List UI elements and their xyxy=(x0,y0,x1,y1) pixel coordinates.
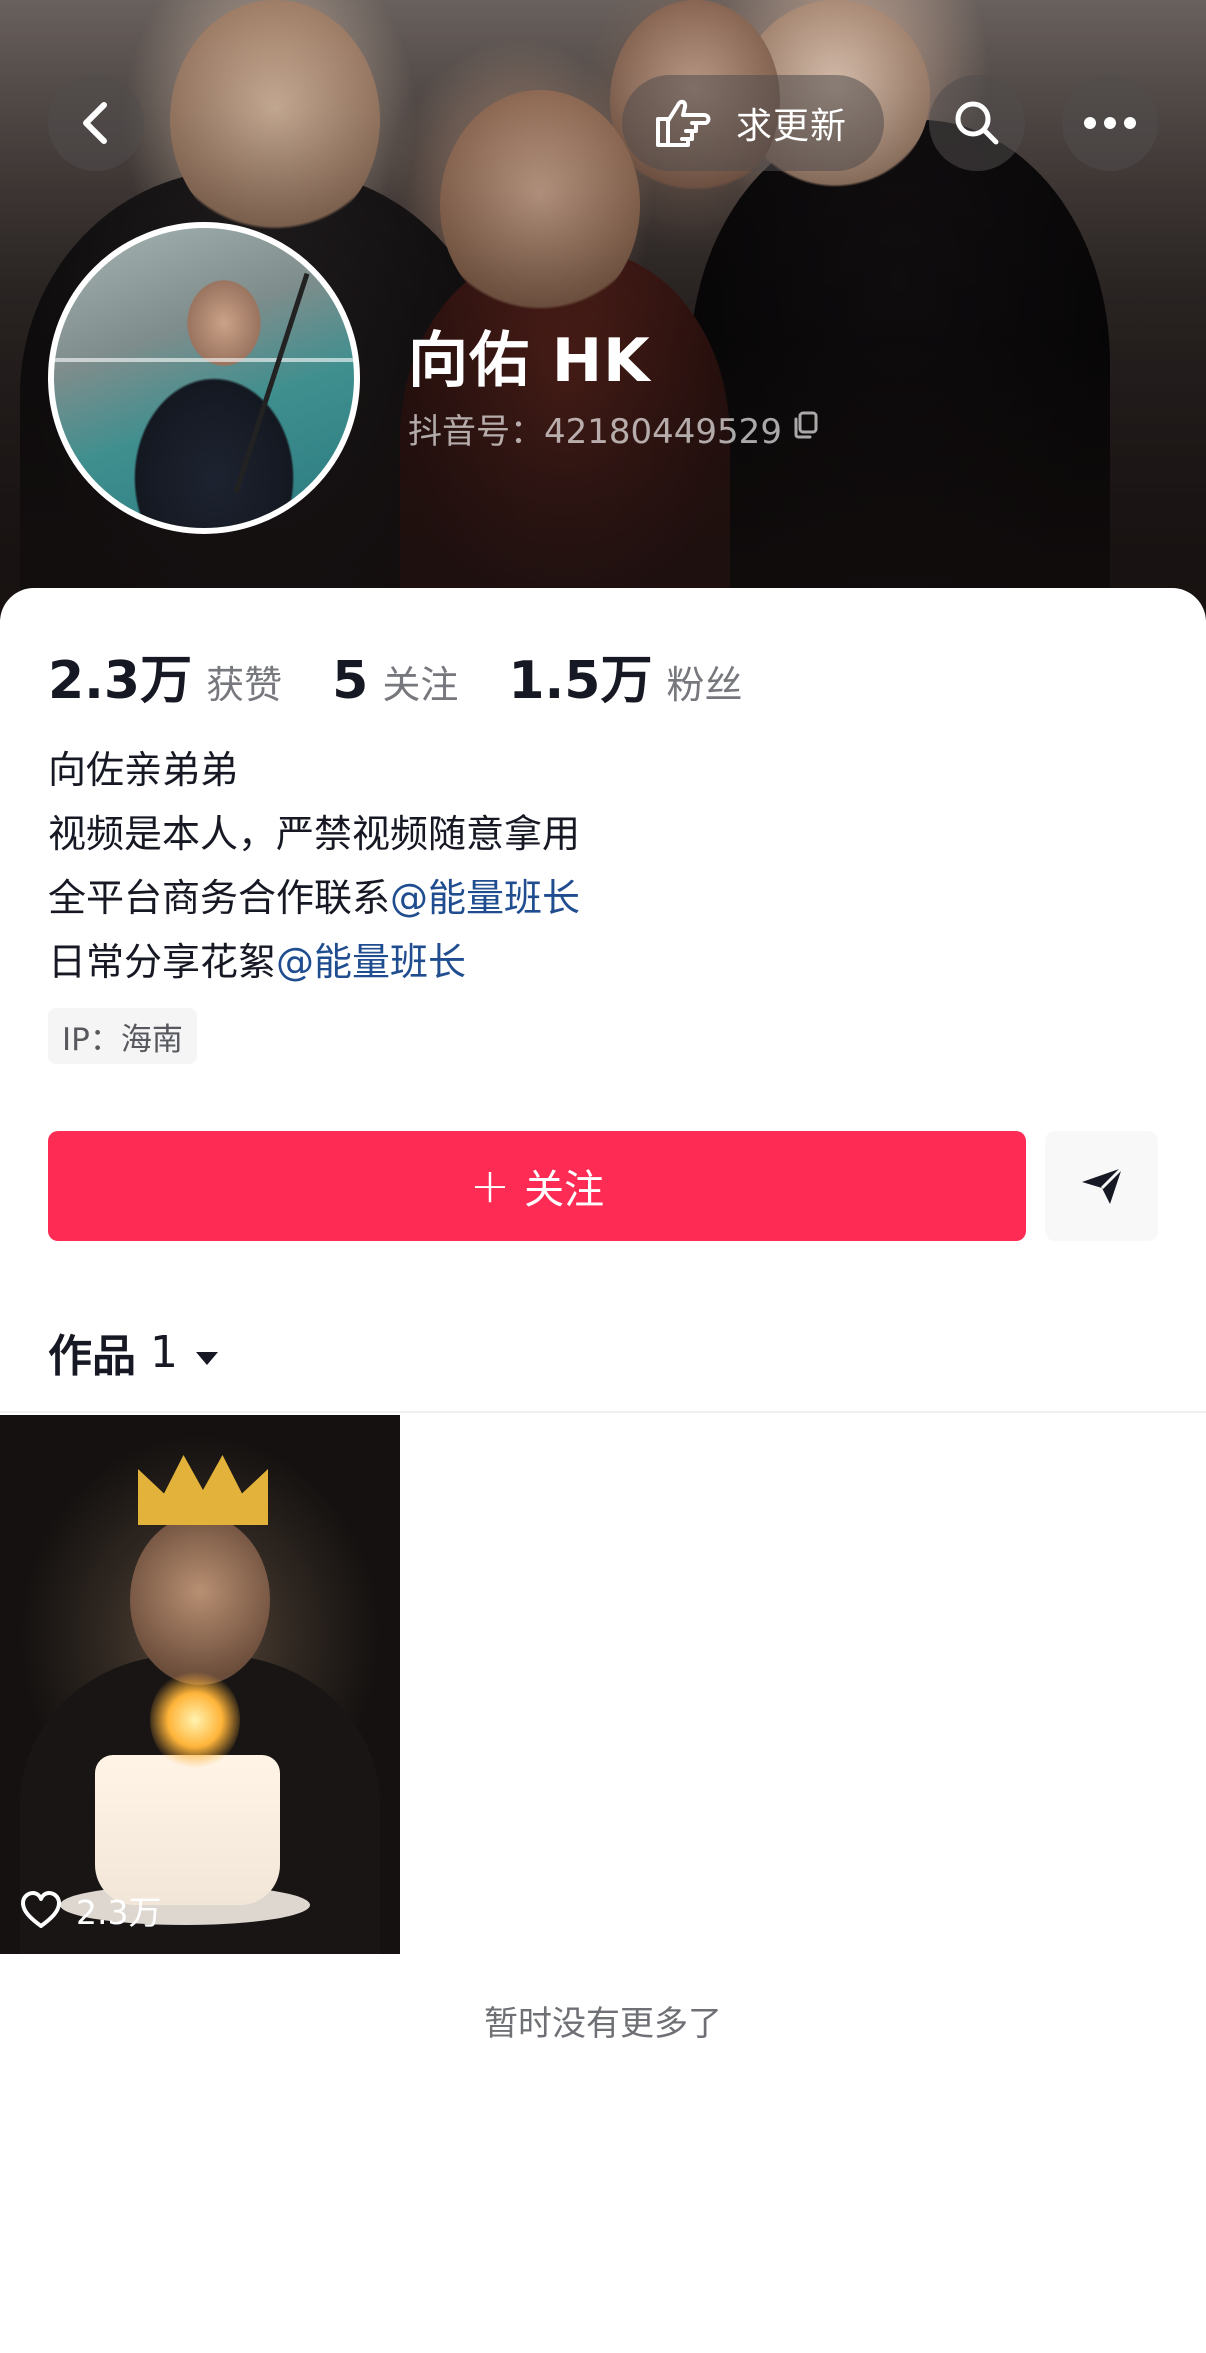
back-button[interactable] xyxy=(48,75,144,171)
plus-icon: + xyxy=(469,1158,511,1214)
follow-label: 关注 xyxy=(524,1167,605,1213)
stat-followers-value: 1.5万 xyxy=(508,651,653,711)
bio-text: 全平台商务合作联系 xyxy=(48,876,391,920)
video-like-count: 2.3万 xyxy=(20,1886,161,1934)
profile-stats: 2.3万 获赞 5 关注 1.5万 粉丝 xyxy=(48,638,792,713)
stat-followers-label: 粉丝 xyxy=(666,663,743,707)
search-icon xyxy=(955,101,999,145)
profile-sheet: 2.3万 获赞 5 关注 1.5万 粉丝 向佐亲弟弟 视频是本人，严禁视频随意拿… xyxy=(0,588,1206,2353)
tab-divider xyxy=(0,1411,1206,1413)
ip-location-tag: IP：海南 xyxy=(48,1008,197,1064)
avatar[interactable] xyxy=(48,222,360,534)
stat-following-value: 5 xyxy=(332,651,369,711)
more-button[interactable] xyxy=(1062,75,1158,171)
more-dots-icon xyxy=(1084,117,1136,129)
no-more-text: 暂时没有更多了 xyxy=(484,2004,722,2044)
thumbnail-photo-detail xyxy=(95,1755,280,1905)
bio-line: 日常分享花絮@能量班长 xyxy=(48,930,580,994)
works-count: 1 xyxy=(150,1326,178,1378)
bio-line: 全平台商务合作联系@能量班长 xyxy=(48,866,580,930)
thumbnail-photo-detail xyxy=(130,1515,270,1685)
bio-mention-link[interactable]: @能量班长 xyxy=(276,940,466,984)
send-icon xyxy=(1081,1166,1123,1204)
video-like-value: 2.3万 xyxy=(76,1893,162,1932)
heart-icon xyxy=(21,1891,61,1928)
stat-likes-label: 获赞 xyxy=(206,663,283,707)
caret-down-icon xyxy=(194,1327,220,1378)
follow-button[interactable]: + 关注 xyxy=(48,1131,1026,1241)
profile-bio: 向佐亲弟弟 视频是本人，严禁视频随意拿用 全平台商务合作联系@能量班长 日常分享… xyxy=(48,738,580,994)
bio-line: 视频是本人，严禁视频随意拿用 xyxy=(48,812,581,856)
stat-likes-value: 2.3万 xyxy=(48,651,193,711)
stat-likes[interactable]: 2.3万 获赞 xyxy=(48,638,282,713)
pointing-hand-icon xyxy=(656,99,711,147)
bio-text: 日常分享花絮 xyxy=(48,940,277,984)
thumbnail-photo-detail xyxy=(150,1670,240,1770)
video-thumbnail[interactable]: 2.3万 xyxy=(0,1415,400,1954)
stat-followers[interactable]: 1.5万 粉丝 xyxy=(508,638,742,713)
douyin-id[interactable]: 抖音号：42180449529 xyxy=(408,404,820,453)
stat-following-label: 关注 xyxy=(382,663,459,707)
nickname: 向佑 HK xyxy=(408,326,651,396)
chevron-left-icon xyxy=(83,102,107,144)
share-button[interactable] xyxy=(1045,1131,1158,1241)
request-update-label: 求更新 xyxy=(736,106,848,147)
request-update-button[interactable]: 求更新 xyxy=(622,75,884,171)
avatar-photo-detail xyxy=(233,272,310,494)
avatar-photo-detail xyxy=(54,358,354,362)
thumbnail-photo-detail xyxy=(138,1455,268,1525)
copy-icon[interactable] xyxy=(792,409,820,449)
works-tab-label: 作品 xyxy=(48,1331,136,1382)
stat-following[interactable]: 5 关注 xyxy=(332,651,458,711)
bio-mention-link[interactable]: @能量班长 xyxy=(390,876,580,920)
douyin-id-text: 抖音号：42180449529 xyxy=(408,412,782,452)
bio-line: 向佐亲弟弟 xyxy=(48,748,239,792)
tab-works[interactable]: 作品 1 xyxy=(48,1320,220,1384)
search-button[interactable] xyxy=(929,75,1025,171)
